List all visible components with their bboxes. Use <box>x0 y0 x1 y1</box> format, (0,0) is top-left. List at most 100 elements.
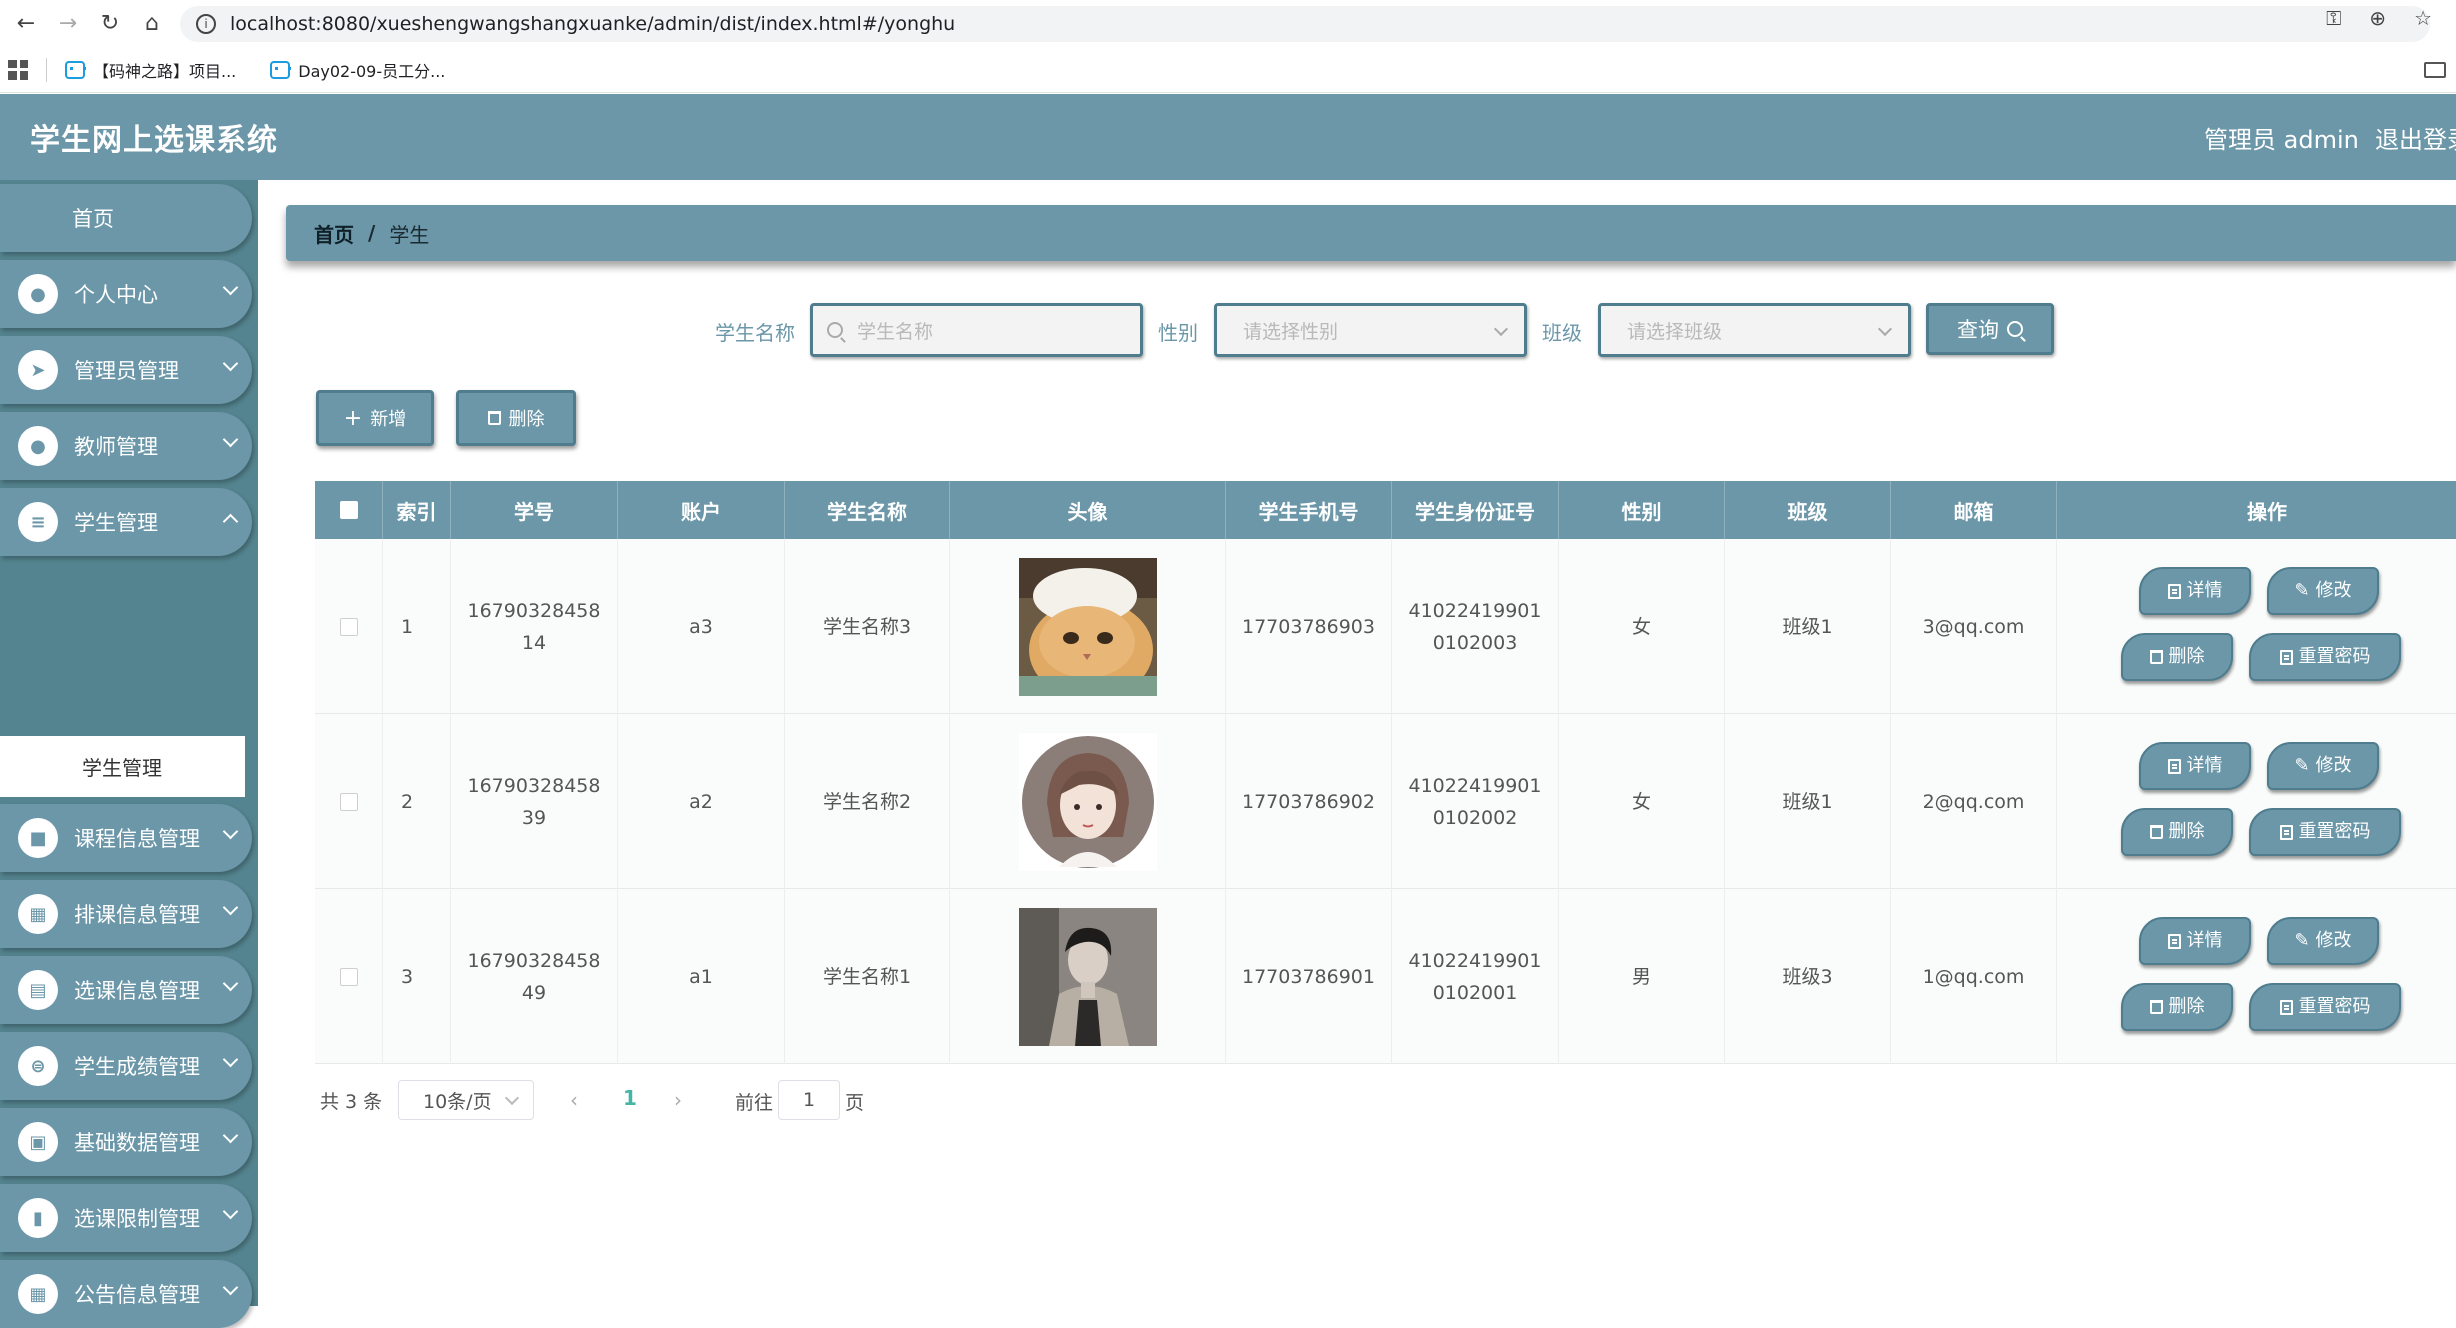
bookmark-star-icon[interactable]: ☆ <box>2414 6 2432 30</box>
sidebar-item-label: 选课信息管理 <box>74 979 200 1003</box>
class-select[interactable]: 请选择班级 <box>1598 303 1911 357</box>
logout-link[interactable]: 退出登录 <box>2375 120 2456 155</box>
reload-icon[interactable]: ↻ <box>94 8 126 40</box>
bookmark-item[interactable]: 【码神之路】项目... <box>65 58 236 82</box>
search-icon <box>2007 321 2023 337</box>
sidebar-item-label: 选课限制管理 <box>74 1207 200 1231</box>
reset-password-button[interactable]: 重置密码 <box>2249 983 2401 1031</box>
avatar[interactable] <box>1018 557 1157 696</box>
url-text: localhost:8080/xueshengwangshangxuanke/a… <box>230 13 956 35</box>
avatar[interactable] <box>1018 732 1157 871</box>
total-count: 共 3 条 <box>320 1090 383 1113</box>
gender-placeholder: 请选择性别 <box>1243 320 1339 343</box>
delete-button[interactable]: 删除 <box>2121 983 2233 1031</box>
chevron-down-icon <box>1493 321 1509 337</box>
delete-button[interactable]: 删除 <box>2121 633 2233 681</box>
zoom-icon[interactable]: ⊕ <box>2369 6 2386 30</box>
sidebar-item-basic-data[interactable]: ▣ 基础数据管理 <box>0 1108 252 1176</box>
trash-icon <box>487 411 501 425</box>
chevron-down-icon <box>222 1279 239 1296</box>
class-placeholder: 请选择班级 <box>1627 320 1723 343</box>
row-checkbox[interactable] <box>339 967 358 986</box>
home-icon[interactable]: ⌂ <box>136 8 168 40</box>
apps-grid-icon[interactable] <box>8 59 28 80</box>
bilibili-icon <box>65 60 86 79</box>
page-number-current[interactable]: 1 <box>623 1086 637 1110</box>
next-page-icon[interactable]: › <box>674 1088 682 1112</box>
bookmarks-bar: 【码神之路】项目... Day02-09-员工分... <box>0 47 2456 93</box>
class-cell: 班级3 <box>1725 889 1891 1064</box>
column-header: 索引 <box>383 481 451 539</box>
list-icon: ≡ <box>18 502 58 542</box>
student-no-cell: 1679032845814 <box>451 539 618 714</box>
user-icon: ● <box>18 426 58 466</box>
ops-cell: 详情 ✎ 修改 删除 重置密码 <box>2057 539 2456 714</box>
site-info-icon[interactable]: i <box>196 14 216 34</box>
sidebar-item-grades[interactable]: ⊜ 学生成绩管理 <box>0 1032 252 1100</box>
avatar[interactable] <box>1018 907 1157 1046</box>
goto-page-input[interactable]: 1 <box>778 1080 840 1120</box>
id-card-cell: 410224199010102003 <box>1392 539 1559 714</box>
chevron-down-icon <box>222 1051 239 1068</box>
detail-button[interactable]: 详情 <box>2139 917 2251 965</box>
row-checkbox[interactable] <box>339 792 358 811</box>
edit-icon: ✎ <box>2294 930 2310 951</box>
search-form: 学生名称 学生名称 性别 请选择性别 班级 请选择班级 查询 <box>0 303 2456 357</box>
gender-select[interactable]: 请选择性别 <box>1214 303 1527 357</box>
page-size-select[interactable]: 10条/页 <box>398 1080 534 1120</box>
student-name-input[interactable]: 学生名称 <box>810 303 1143 357</box>
edit-button[interactable]: ✎ 修改 <box>2267 567 2379 615</box>
sidebar-item-notice[interactable]: ▦ 公告信息管理 <box>0 1260 252 1328</box>
batch-delete-button[interactable]: 删除 <box>456 390 576 446</box>
prev-page-icon[interactable]: ‹ <box>570 1088 578 1112</box>
sidebar-item-schedule[interactable]: ▦ 排课信息管理 <box>0 880 252 948</box>
query-label: 查询 <box>1957 318 1999 342</box>
sidebar-item-home[interactable]: 首页 <box>0 184 252 252</box>
detail-button[interactable]: 详情 <box>2139 567 2251 615</box>
row-checkbox[interactable] <box>339 617 358 636</box>
sidebar-item-course[interactable]: ■ 课程信息管理 <box>0 804 252 872</box>
sidebar-item-limits[interactable]: ▮ 选课限制管理 <box>0 1184 252 1252</box>
query-button[interactable]: 查询 <box>1926 303 2054 355</box>
select-all-checkbox[interactable] <box>339 501 358 519</box>
sidebar-item-label: 教师管理 <box>74 435 158 459</box>
breadcrumb-home[interactable]: 首页 <box>314 219 354 248</box>
sidebar-item-label: 排课信息管理 <box>74 903 200 927</box>
student-name-label: 学生名称 <box>715 321 795 345</box>
grid-icon: ▦ <box>18 894 58 934</box>
password-key-icon[interactable]: ⚿ <box>2326 6 2341 30</box>
reset-password-button[interactable]: 重置密码 <box>2249 633 2401 681</box>
delete-button[interactable]: 删除 <box>2121 808 2233 856</box>
detail-button[interactable]: 详情 <box>2139 742 2251 790</box>
select-all-cell <box>315 481 383 539</box>
student-no-cell: 1679032845839 <box>451 714 618 889</box>
book-icon: ▮ <box>18 1198 58 1238</box>
document-icon <box>2279 649 2293 665</box>
folder-icon[interactable] <box>2424 61 2446 78</box>
clipboard-icon: ▤ <box>18 970 58 1010</box>
bookmark-label: Day02-09-员工分... <box>298 61 446 81</box>
sidebar-subitem-student-manage[interactable]: 学生管理 <box>0 736 245 797</box>
address-bar[interactable]: i localhost:8080/xueshengwangshangxuanke… <box>180 6 2430 42</box>
sidebar-item-selection[interactable]: ▤ 选课信息管理 <box>0 956 252 1024</box>
bookmark-item[interactable]: Day02-09-员工分... <box>270 58 445 82</box>
sidebar-subitem-label: 学生管理 <box>82 756 162 780</box>
edit-button[interactable]: ✎ 修改 <box>2267 742 2379 790</box>
sidebar-item-student[interactable]: ≡ 学生管理 <box>0 488 252 556</box>
forward-icon[interactable]: → <box>52 8 84 40</box>
gender-label: 性别 <box>1158 321 1198 345</box>
column-header: 操作 <box>2247 499 2287 524</box>
sidebar-item-teacher[interactable]: ● 教师管理 <box>0 412 252 480</box>
reset-password-button[interactable]: 重置密码 <box>2249 808 2401 856</box>
name-cell: 学生名称1 <box>785 889 950 1064</box>
class-cell: 班级1 <box>1725 539 1891 714</box>
document-icon <box>2167 933 2181 949</box>
document-icon <box>2279 824 2293 840</box>
gender-cell: 女 <box>1559 539 1725 714</box>
edit-button[interactable]: ✎ 修改 <box>2267 917 2379 965</box>
gender-cell: 男 <box>1559 889 1725 1064</box>
back-icon[interactable]: ← <box>10 8 42 40</box>
sidebar-item-label: 学生成绩管理 <box>74 1055 200 1079</box>
add-button[interactable]: + 新增 <box>316 390 434 446</box>
row-select-cell <box>315 539 383 714</box>
